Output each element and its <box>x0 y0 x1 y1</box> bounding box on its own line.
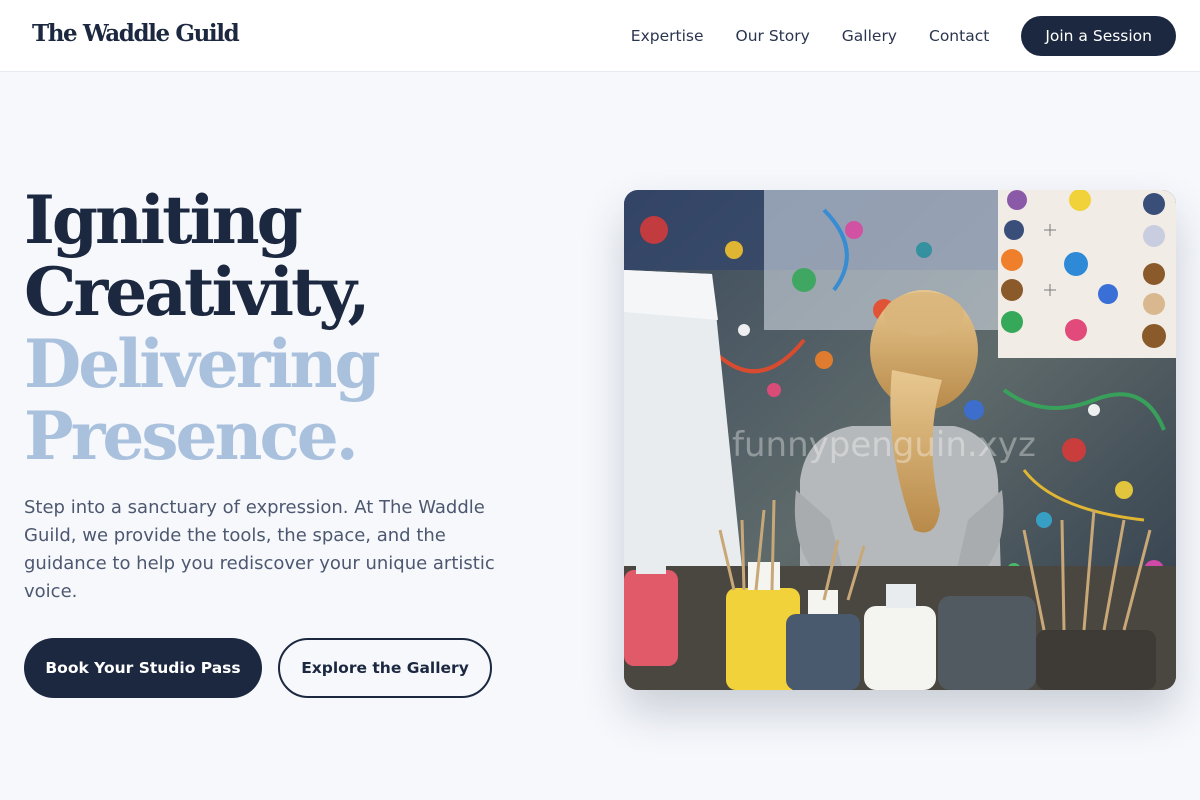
hero-title: Igniting Creativity, Delivering Presence… <box>24 181 381 475</box>
brand-logo[interactable]: The Waddle Guild <box>32 20 240 47</box>
join-session-button[interactable]: Join a Session <box>1021 16 1176 56</box>
nav-link-our-story[interactable]: Our Story <box>736 27 810 45</box>
hero-image: funnypenguin.xyz <box>624 190 1176 690</box>
explore-gallery-button[interactable]: Explore the Gallery <box>278 638 492 698</box>
hero-title-line-2: Creativity, <box>24 253 371 331</box>
hero-title-line-4: Presence. <box>24 397 359 475</box>
nav-link-contact[interactable]: Contact <box>929 27 989 45</box>
hero-title-line-3: Delivering <box>24 325 381 403</box>
top-nav-bar: The Waddle Guild Expertise Our Story Gal… <box>0 0 1200 72</box>
book-studio-pass-button[interactable]: Book Your Studio Pass <box>24 638 262 698</box>
hero-title-line-1: Igniting <box>24 181 303 259</box>
nav-link-gallery[interactable]: Gallery <box>842 27 897 45</box>
main-nav: Expertise Our Story Gallery Contact Join… <box>631 16 1176 56</box>
image-watermark-text: funnypenguin.xyz <box>732 425 1036 465</box>
hero-description: Step into a sanctuary of expression. At … <box>24 497 495 602</box>
nav-link-expertise[interactable]: Expertise <box>631 27 704 45</box>
